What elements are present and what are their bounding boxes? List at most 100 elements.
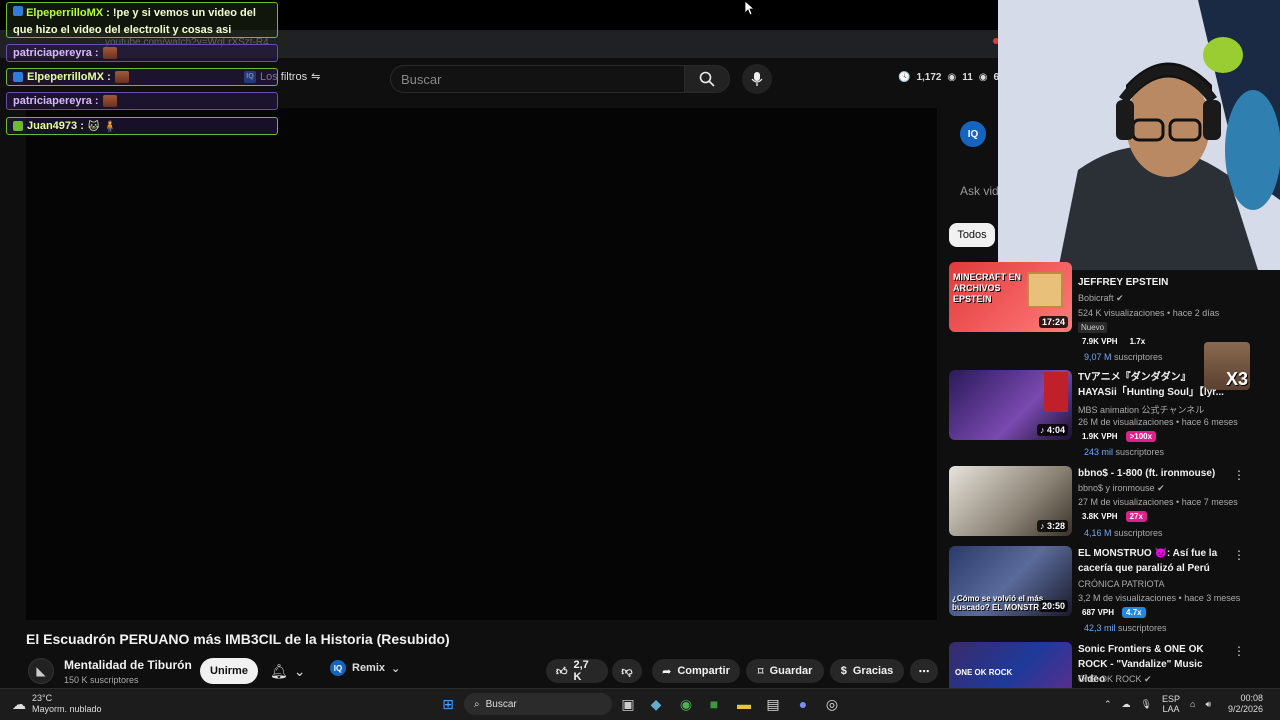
taskbar-clock[interactable]: 00:08 9/2/2026 (1228, 693, 1263, 715)
video-meta: 26 M de visualizaciones • hace 6 meses (1078, 417, 1238, 427)
ask-video-input[interactable]: Ask vid (960, 184, 999, 198)
bell-icon: 🔔︎ (270, 662, 288, 679)
cloud-icon: ☁ (12, 695, 26, 712)
verified-icon: ✔ (1144, 674, 1152, 684)
video-channel: ONE OK ROCK ✔ (1078, 674, 1152, 684)
channel-subs: 9,07 M suscriptores (1084, 352, 1163, 362)
vph-stats: 3.8K VPH 27x (1082, 511, 1147, 522)
webcam-overlay (998, 0, 1280, 270)
video-meta: 27 M de visualizaciones • hace 7 meses (1078, 497, 1238, 507)
chat-username: ElpeperrilloMX (26, 7, 104, 19)
emote-icon (114, 71, 129, 83)
iq-assistant-icon[interactable]: IQ (960, 121, 986, 147)
recommendation-item[interactable]: ♪ 4:04 TVアニメ『ダンダダン』HAYASii「Hunting Soul」… (949, 370, 1249, 460)
stat-clock: 1,172 (916, 72, 942, 83)
bookmark-icon: ⌑ (757, 665, 764, 678)
more-vertical-icon[interactable]: ⋮ (1233, 644, 1245, 658)
video-duration: 20:50 (1038, 600, 1068, 612)
task-view-icon[interactable]: ▣ (618, 694, 638, 714)
video-meta: 3,2 M de visualizaciones • hace 3 meses (1078, 593, 1241, 603)
new-badge: Nuevo (1078, 322, 1108, 333)
minecraft-character-icon (1027, 272, 1063, 308)
channel-avatar[interactable]: ◣ (28, 658, 54, 684)
taskbar-search[interactable]: ⌕ Buscar (464, 693, 612, 715)
sliders-icon: ⇋ (311, 71, 321, 83)
video-title: TVアニメ『ダンダダン』HAYASii「Hunting Soul」【lyr... (1078, 372, 1224, 398)
chat-message-first: ElpeperrilloMX : !pe y si vemos un video… (6, 2, 278, 38)
chip-all[interactable]: Todos (949, 223, 995, 247)
video-player[interactable] (26, 108, 937, 620)
network-icon[interactable]: ⌂ (1190, 699, 1195, 709)
remix-label: Remix (352, 662, 386, 674)
clock-icon: 🕓 (898, 72, 911, 83)
recommendation-item[interactable]: ♪ 3:28 bbno$ - 1-800 (ft. ironmouse) ⋮ b… (949, 466, 1249, 544)
thanks-button[interactable]: $ Gracias (830, 659, 904, 683)
video-title: bbno$ - 1-800 (ft. ironmouse) (1078, 468, 1216, 479)
voice-search-button[interactable] (742, 64, 772, 94)
store-icon[interactable]: ▤ (763, 694, 783, 714)
chevron-up-icon[interactable]: ⌃ (1104, 699, 1112, 710)
video-meta: 524 K visualizaciones • hace 2 días (1078, 308, 1220, 318)
share-icon: ➦ (662, 665, 672, 678)
minecraft-icon[interactable]: ■ (704, 694, 724, 714)
search-input[interactable]: Buscar (390, 65, 685, 93)
more-vertical-icon[interactable]: ⋮ (1233, 468, 1245, 482)
system-tray: ⌃ ☁ 🎙︎ ESP LAA ⌂ 🔊︎ (1104, 694, 1211, 714)
weather-temp: 23°C (32, 693, 53, 703)
streamer-webcam-image (998, 0, 1280, 270)
more-actions-button[interactable]: ⋯ (910, 659, 938, 683)
video-thumbnail[interactable]: ♪ 4:04 (949, 370, 1072, 440)
chat-badge-icon (13, 6, 23, 16)
file-explorer-icon[interactable]: ▬ (734, 694, 754, 714)
chat-badge-icon (13, 72, 23, 82)
channel-subs: 42,3 mil suscriptores (1084, 623, 1167, 633)
like-button[interactable]: 👍︎ 2,7 K (546, 659, 608, 683)
chat-message: patriciapereyra : (6, 44, 278, 62)
thumbnail-text: ONE OK ROCK (955, 668, 1013, 677)
microphone-icon (751, 72, 763, 86)
vph-stats: 7.9K VPH 1.7x (1082, 337, 1146, 346)
weather-widget[interactable]: ☁ 23°C Mayorm. nublado (12, 693, 102, 715)
channel-name[interactable]: Mentalidad de Tiburón (64, 658, 192, 672)
save-button[interactable]: ⌑ Guardar (746, 659, 824, 683)
cloud-sync-icon[interactable]: ☁ (1122, 699, 1131, 710)
thanks-label: Gracias (852, 665, 894, 677)
chat-username: Juan4973 : (27, 120, 84, 132)
join-button[interactable]: Unirme (200, 658, 258, 684)
thumbs-down-icon: 👎︎ (621, 665, 633, 678)
recommendation-item[interactable]: ONE OK ROCK Sonic Frontiers & ONE OK ROC… (949, 642, 1249, 688)
discord-icon[interactable]: ● (793, 694, 813, 714)
mouse-cursor-icon (744, 0, 756, 16)
video-thumbnail[interactable]: MINECRAFT EN ARCHIVOS EPSTEIN 17:24 (949, 262, 1072, 332)
dislike-button[interactable]: 👎︎ (612, 659, 642, 683)
chrome-icon[interactable]: ◉ (676, 694, 696, 714)
volume-icon[interactable]: 🔊︎ (1205, 699, 1211, 710)
video-thumbnail[interactable]: ♪ 3:28 (949, 466, 1072, 536)
video-thumbnail[interactable]: ¿Cómo se volvió el más buscado? EL MONST… (949, 546, 1072, 616)
notifications-button[interactable]: 🔔︎ ⌄ (270, 660, 312, 682)
windows-start-icon[interactable]: ⊞ (438, 694, 458, 714)
video-duration: 17:24 (1038, 316, 1068, 328)
like-count: 2,7 K (573, 659, 589, 683)
microphone-icon[interactable]: 🎙︎ (1141, 699, 1152, 710)
verified-icon: ✔ (1116, 293, 1124, 303)
copilot-icon[interactable]: ◆ (646, 694, 666, 714)
video-thumbnail[interactable]: ONE OK ROCK (949, 642, 1072, 688)
channel-subs: 4,16 M suscriptores (1084, 528, 1163, 538)
language-indicator[interactable]: ESP LAA (1162, 694, 1180, 714)
share-label: Compartir (677, 665, 730, 677)
video-title: El Escuadrón PERUANO más IMB3CIL de la H… (26, 631, 450, 647)
more-horizontal-icon: ⋯ (918, 665, 930, 678)
chat-username: patriciapereyra : (13, 95, 99, 107)
weather-desc: Mayorm. nublado (32, 704, 102, 714)
video-channel: Bobicraft ✔ (1078, 293, 1124, 303)
recommendation-item[interactable]: ¿Cómo se volvió el más buscado? EL MONST… (949, 546, 1249, 636)
remix-button[interactable]: IQ Remix ⌄ (330, 660, 400, 676)
more-vertical-icon[interactable]: ⋮ (1233, 548, 1245, 562)
share-button[interactable]: ➦ Compartir (652, 659, 740, 683)
obs-icon[interactable]: ◎ (822, 694, 842, 714)
channel-subscribers: 150 K suscriptores (64, 675, 139, 685)
taskbar-search-label: Buscar (485, 698, 517, 710)
search-button[interactable] (684, 65, 730, 93)
thanks-icon: $ (840, 665, 847, 677)
